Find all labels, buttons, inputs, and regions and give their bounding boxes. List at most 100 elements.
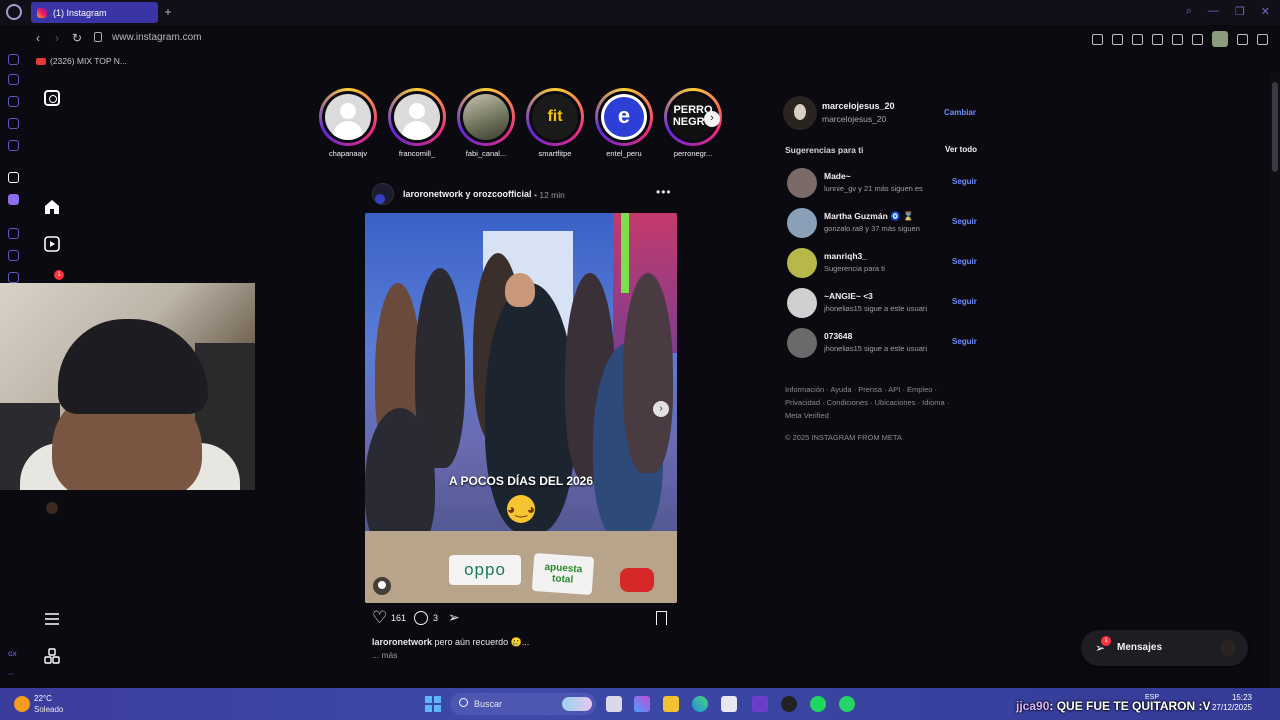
see-all-button[interactable]: Ver todo [945,145,977,154]
story-item[interactable]: fit smartfitpe [523,88,587,162]
gx-control-icon[interactable] [8,54,19,65]
footer-links[interactable]: Información · Ayuda · Prensa · API · Emp… [785,383,965,422]
suggestion-avatar[interactable] [787,248,817,278]
follow-button[interactable]: Seguir [952,177,977,186]
suggestion-avatar[interactable] [787,288,817,318]
weather-icon[interactable] [14,696,30,712]
suggestion-name[interactable]: ~ANGIE~ <3 [824,291,873,301]
gx-arc-icon[interactable] [8,172,19,183]
copilot-icon[interactable] [634,696,650,712]
extensions-icon[interactable] [1192,33,1203,45]
clock[interactable]: 15:23 27/12/2025 [1210,693,1252,713]
url-field[interactable]: www.instagram.com [112,32,201,43]
menu-icon[interactable] [1257,33,1268,45]
close-button[interactable]: ✕ [1261,5,1270,18]
follow-button[interactable]: Seguir [952,337,977,346]
tagged-users-icon[interactable] [373,577,391,595]
history-icon[interactable] [8,250,19,261]
post-caption: laroronetwork pero aún recuerdo 🥲... [372,637,529,648]
taskbar-search[interactable]: Buscar [450,693,596,715]
current-account-avatar[interactable] [783,96,817,130]
follow-button[interactable]: Seguir [952,217,977,226]
new-tab-button[interactable]: + [162,6,174,18]
gx-corner-icon[interactable] [8,96,19,107]
post-options-icon[interactable]: ••• [656,185,672,199]
store-icon[interactable] [721,696,737,712]
suggestion-name[interactable]: manriqh3_ [824,251,867,261]
like-count: 161 [391,612,407,623]
scrollbar-thumb[interactable] [1272,82,1278,172]
task-view-icon[interactable] [606,696,622,712]
play-icon[interactable] [1152,33,1163,45]
shield-icon[interactable] [1132,33,1143,45]
share-icon[interactable]: ➢ [448,610,462,624]
edge-icon[interactable] [692,696,708,712]
post-author-avatar[interactable] [372,183,394,205]
post-author[interactable]: laroronetwork y orozcoofficial [403,189,532,199]
spotify-icon[interactable] [810,696,826,712]
reels-icon[interactable] [44,236,60,252]
search-tabs-icon[interactable]: ⌕ [1186,5,1192,18]
gx-speed-dial-icon[interactable] [8,74,19,85]
search-icon [459,698,468,707]
messages-button[interactable]: ➢ 1 Mensajes [1081,630,1248,666]
also-from-meta-icon[interactable] [44,648,60,664]
suggestion-subtitle: lunnie_gv y 21 más siguen es [824,184,923,193]
suggestion-avatar[interactable] [787,168,817,198]
story-item[interactable]: francomill_ [385,88,449,162]
start-button[interactable] [425,696,441,712]
back-button[interactable]: ‹ [36,31,40,45]
more-icon[interactable]: ··· [8,672,14,678]
suggestion-name[interactable]: Martha Guzmán 🧿 ⌛ [824,211,914,222]
opera-gx-logo-icon[interactable] [6,4,22,20]
instagram-logo-icon[interactable] [44,90,60,106]
like-button[interactable]: 161 [372,611,406,624]
follow-button[interactable]: Seguir [952,257,977,266]
snapshot-icon[interactable] [1112,33,1123,45]
comment-count: 3 [433,613,439,623]
post-image-table [365,531,677,603]
tab-instagram[interactable]: (1) Instagram [31,2,158,23]
story-item[interactable]: e entel_peru [592,88,656,162]
forward-button[interactable]: › [55,31,59,45]
carousel-next-button[interactable]: › [653,401,669,417]
messages-avatar [1220,640,1236,656]
story-item[interactable]: chapanaajv [316,88,380,162]
more-menu-icon[interactable] [44,611,60,627]
save-icon[interactable] [656,611,667,625]
suggestion-avatar[interactable] [787,328,817,358]
gx-news-icon[interactable] [8,118,19,129]
post-image[interactable]: oppo apuesta total A POCOS DÍAS DEL 2026… [365,213,677,603]
gx-player-icon[interactable] [8,228,19,239]
suggestion-name[interactable]: Made~ [824,171,851,181]
caption-more-link[interactable]: ... más [372,650,398,660]
gx-cube-icon[interactable] [8,272,19,283]
twitch-icon[interactable] [8,194,19,205]
profile-nav-avatar[interactable] [46,502,58,514]
suggestion-avatar[interactable] [787,208,817,238]
caption-username[interactable]: laroronetwork [372,637,432,647]
heart-icon[interactable] [1172,33,1183,45]
comment-button[interactable]: 3 [414,611,438,625]
profile-avatar[interactable] [1212,31,1228,47]
minimize-button[interactable]: — [1208,5,1219,18]
whatsapp-icon[interactable] [839,696,855,712]
pin-icon[interactable] [1092,33,1103,45]
maximize-button[interactable]: ❐ [1235,5,1245,18]
reload-button[interactable]: ↻ [72,31,82,45]
suggestion-name[interactable]: 073648 [824,331,852,341]
steam-icon[interactable] [781,696,797,712]
stories-next-button[interactable]: › [704,111,720,127]
current-account-username[interactable]: marcelojesus_20 [822,101,895,111]
story-item[interactable]: fabi_canal... [454,88,518,162]
page-scrollbar[interactable] [1270,72,1280,688]
download-icon[interactable] [1237,33,1248,45]
switch-account-button[interactable]: Cambiar [944,108,976,117]
bookmark-youtube-mix[interactable]: (2326) MIX TOP N... [36,56,127,66]
extension-toolbar [1092,31,1268,47]
opera-gx-taskbar-icon[interactable] [752,696,768,712]
file-explorer-icon[interactable] [663,696,679,712]
gx-messenger-icon[interactable] [8,140,19,151]
home-icon[interactable] [44,199,60,215]
follow-button[interactable]: Seguir [952,297,977,306]
